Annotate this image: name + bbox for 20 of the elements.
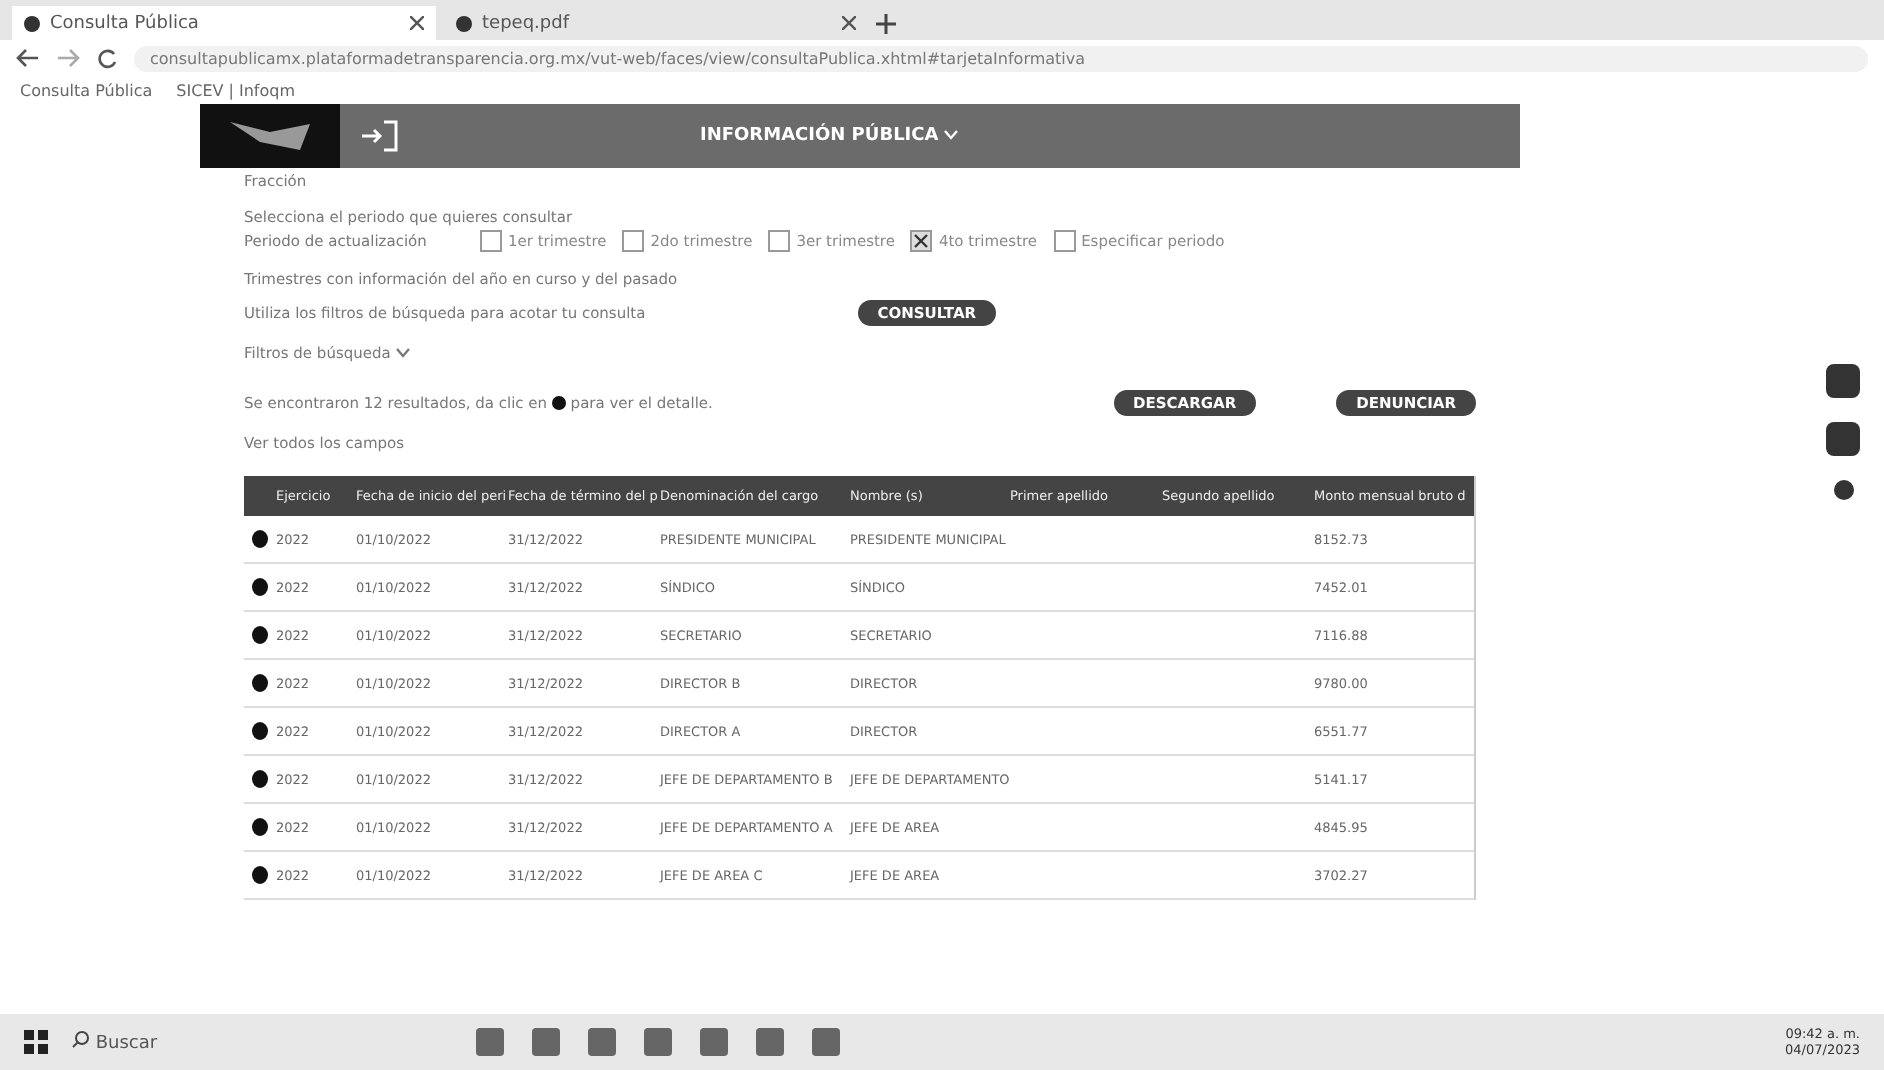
chevron-icon (395, 348, 410, 358)
reload-icon[interactable] (96, 47, 118, 69)
search-icon (72, 1030, 90, 1048)
circle-icon[interactable] (1834, 480, 1854, 500)
cross-mark-icon (914, 234, 929, 248)
address-bar[interactable]: consultapublicamx.plataformadetransparencia.org.mx/vut-web/faces/view/consultaPublica.xhtml#tarjetaInformativa (134, 45, 1868, 71)
windows-icon[interactable] (24, 1030, 48, 1054)
browser-tab[interactable]: Consulta Pública (12, 6, 436, 40)
tab-title: Consulta Pública (50, 13, 199, 33)
chevron-icon (944, 130, 959, 140)
tab-title: tepeq.pdf (482, 13, 569, 33)
menu-link[interactable]: INFORMACIÓN PÚBLICA (700, 126, 959, 146)
bookmark-link[interactable]: SICEV | Infoqm (176, 81, 296, 99)
back-icon[interactable] (16, 48, 40, 68)
login-icon[interactable] (360, 118, 400, 154)
close-icon[interactable] (410, 16, 424, 30)
bookmark-link[interactable]: Consulta Pública (20, 81, 153, 99)
close-icon[interactable] (842, 16, 856, 30)
browser-tab[interactable]: tepeq.pdf (444, 6, 868, 40)
taskbar-search-field[interactable]: Buscar (72, 1030, 352, 1054)
